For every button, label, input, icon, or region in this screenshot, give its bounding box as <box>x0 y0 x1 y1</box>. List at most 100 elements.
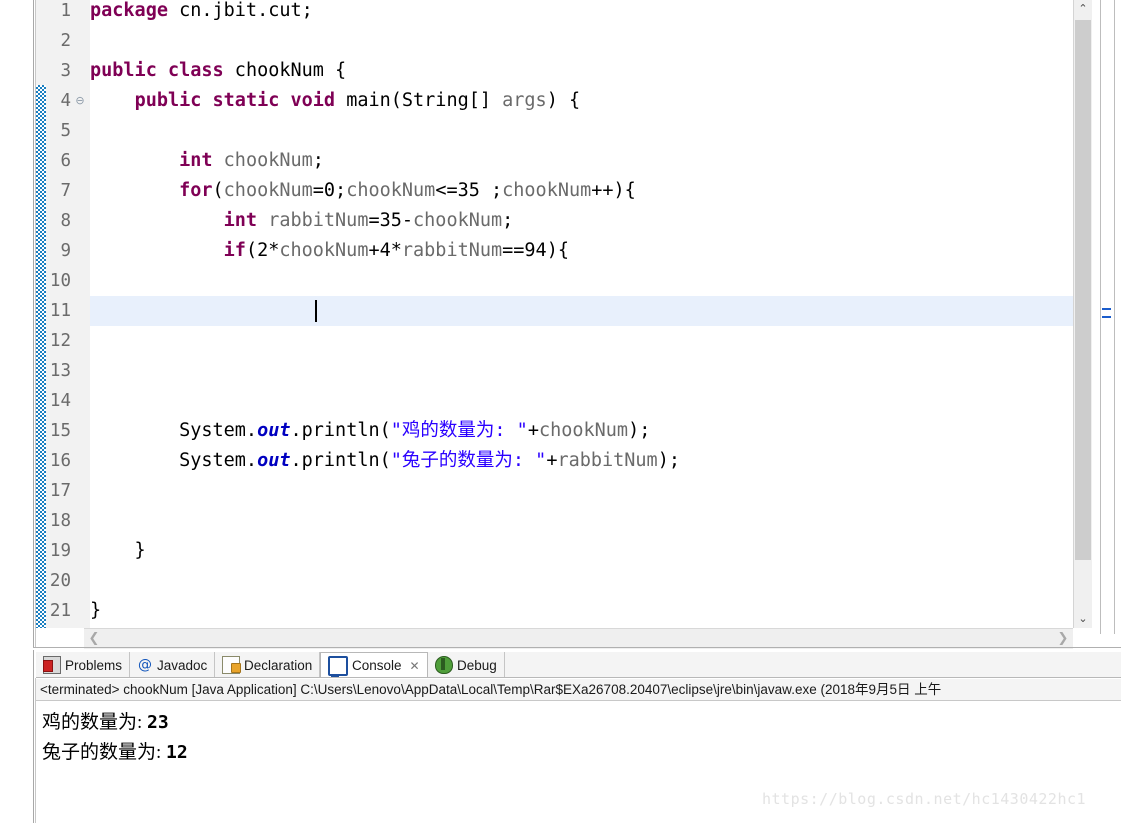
code-token: chookNum <box>223 150 313 171</box>
overview-ruler[interactable] <box>1092 0 1121 648</box>
tab-debug[interactable]: Debug <box>428 652 505 678</box>
code-token: main(String[] <box>335 90 503 111</box>
overview-marker[interactable] <box>1102 316 1111 318</box>
tab-label: Console <box>352 658 402 673</box>
tab-javadoc[interactable]: @ Javadoc <box>130 652 216 678</box>
tab-console[interactable]: Console ✕ <box>320 652 428 678</box>
code-token: args <box>502 90 547 111</box>
code-content[interactable]: package cn.jbit.cut; public class chookNu… <box>90 0 1075 628</box>
code-token: =0; <box>312 180 347 201</box>
panel-divider <box>33 650 34 823</box>
editor-bottom-border <box>33 647 1121 648</box>
line-number: 3 <box>60 61 71 81</box>
code-line[interactable]: for(chookNum=0;chookNum<=35 ;chookNum++)… <box>90 176 1075 206</box>
code-token: if <box>223 240 246 261</box>
java-editor[interactable]: 1 2 3 4 ⊖ 5 6 7 8 9 10 11 12 13 14 15 16 17 18 19 20 21 packa… <box>0 0 1121 649</box>
code-token: rabbitNum <box>557 450 658 471</box>
panel-tab-bar[interactable]: Problems @ Javadoc Declaration Console ✕ Debug <box>36 652 1121 678</box>
code-line[interactable]: public static void main(String[] args) { <box>90 86 1075 116</box>
code-token: rabbitNum <box>401 240 503 261</box>
code-line[interactable]: System.out.println("兔子的数量为: "+rabbitNum)… <box>90 446 1075 476</box>
code-line[interactable]: } <box>90 536 1075 566</box>
code-token: rabbitNum <box>268 210 369 231</box>
code-line[interactable] <box>90 386 1075 416</box>
tab-problems[interactable]: Problems <box>36 652 131 678</box>
code-line[interactable]: public class chookNum { <box>90 56 1075 86</box>
code-token: ); <box>657 450 680 471</box>
code-token: System. <box>90 420 258 441</box>
code-line[interactable] <box>90 566 1075 596</box>
at-icon: @ <box>138 657 152 673</box>
code-line[interactable] <box>90 116 1075 146</box>
code-line[interactable] <box>90 356 1075 386</box>
code-token: ==94){ <box>502 240 569 261</box>
code-line[interactable] <box>90 506 1075 536</box>
code-token: chookNum <box>413 210 503 231</box>
vertical-scroll-thumb[interactable] <box>1075 20 1091 560</box>
text-cursor <box>315 300 317 322</box>
code-token: =35- <box>368 210 414 231</box>
code-line[interactable]: int chookNum; <box>90 146 1075 176</box>
panel-left-margin <box>0 650 33 823</box>
eclipse-ide-window: 1 2 3 4 ⊖ 5 6 7 8 9 10 11 12 13 14 15 16 17 18 19 20 21 packa… <box>0 0 1121 823</box>
code-line[interactable] <box>90 476 1075 506</box>
code-token: chookNum <box>279 240 369 261</box>
code-token: .println( <box>290 420 391 441</box>
code-token: System. <box>90 450 258 471</box>
console-output-line: 兔子的数量为: 12 <box>42 738 1121 768</box>
console-output-line: 鸡的数量为: 23 <box>42 708 1121 738</box>
scroll-down-icon[interactable]: ⌄ <box>1074 610 1092 628</box>
code-token: ); <box>628 420 651 441</box>
code-token: + <box>546 450 558 471</box>
code-token: class <box>167 60 224 81</box>
code-token: out <box>257 420 291 441</box>
code-line[interactable]: } <box>90 596 1075 626</box>
console-output-value: 12 <box>166 742 188 763</box>
code-token: for <box>179 180 213 201</box>
code-line[interactable]: if(2*chookNum+4*rabbitNum==94){ <box>90 236 1075 266</box>
code-line[interactable] <box>90 266 1075 296</box>
code-line[interactable]: package cn.jbit.cut; <box>90 0 1075 26</box>
code-line[interactable]: int rabbitNum=35-chookNum; <box>90 206 1075 236</box>
tab-label: Javadoc <box>157 657 208 673</box>
code-line[interactable] <box>90 296 1075 326</box>
code-line[interactable] <box>90 326 1075 356</box>
scroll-up-icon[interactable]: ⌃ <box>1074 0 1092 18</box>
problems-icon <box>43 656 61 674</box>
code-token: "兔子的数量为: " <box>390 450 547 471</box>
close-icon[interactable]: ✕ <box>410 659 420 673</box>
code-line[interactable]: System.out.println("鸡的数量为: "+chookNum); <box>90 416 1075 446</box>
code-token: public <box>90 60 157 81</box>
code-token: cn.jbit.cut; <box>179 0 313 21</box>
code-token: chookNum <box>223 180 313 201</box>
code-token: +4* <box>368 240 402 261</box>
code-token: int <box>179 150 213 171</box>
code-token: chookNum { <box>223 60 347 81</box>
code-line[interactable] <box>90 26 1075 56</box>
tab-declaration[interactable]: Declaration <box>215 652 321 678</box>
scroll-right-icon[interactable]: ❯ <box>1053 629 1073 649</box>
code-token: ++){ <box>591 180 636 201</box>
tab-bar-baseline <box>36 677 1121 678</box>
overview-marker[interactable] <box>1102 308 1111 310</box>
code-token: ) { <box>546 90 581 111</box>
code-token: .println( <box>290 450 391 471</box>
console-output-label: 兔子的数量为: <box>42 742 167 763</box>
editor-left-margin <box>0 0 33 648</box>
code-token: (2* <box>245 240 280 261</box>
code-token: package <box>90 0 168 21</box>
code-token: public <box>134 90 202 111</box>
scroll-left-icon[interactable]: ❮ <box>84 629 104 649</box>
fold-collapse-icon[interactable]: ⊖ <box>73 86 87 116</box>
editor-horizontal-scrollbar[interactable]: ❮ ❯ <box>84 628 1073 649</box>
editor-vertical-scrollbar[interactable]: ⌃ ⌄ <box>1073 0 1092 628</box>
change-bar <box>36 85 46 628</box>
code-token: } <box>90 600 102 621</box>
code-token: ; <box>312 150 324 171</box>
line-number: 2 <box>60 31 71 51</box>
